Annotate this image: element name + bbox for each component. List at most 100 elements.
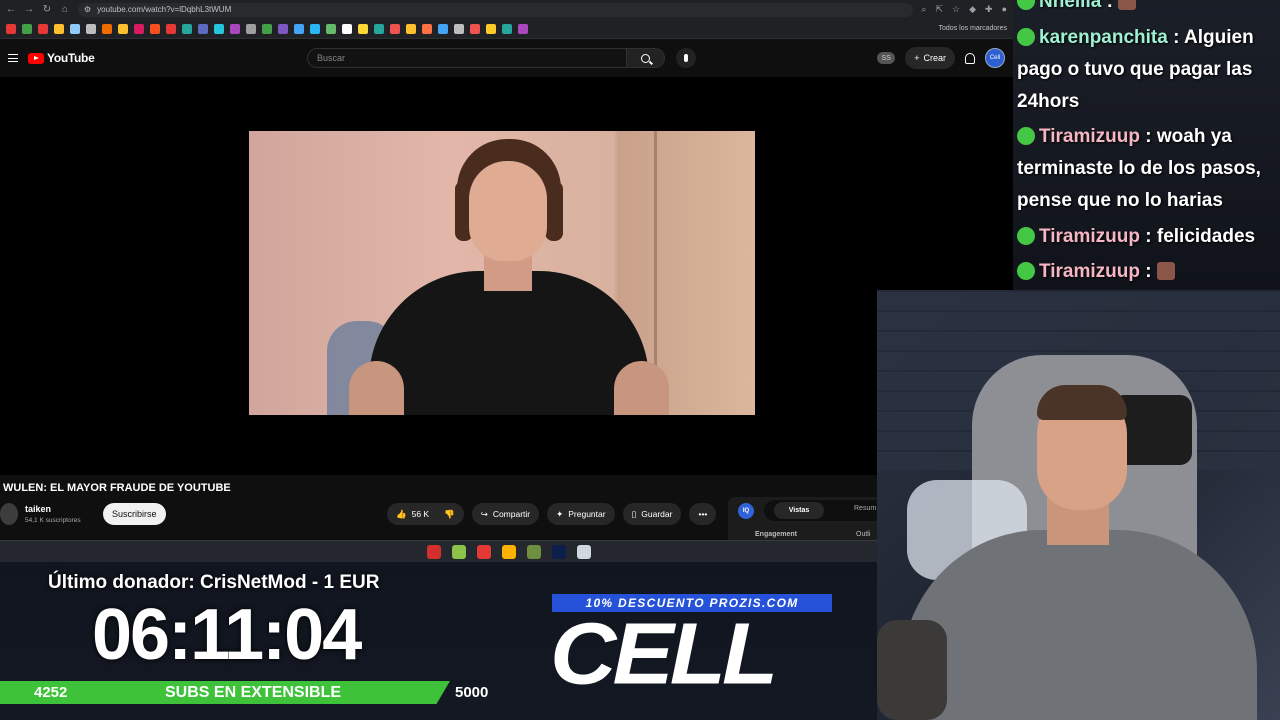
home-icon[interactable]: ⌂ (60, 4, 70, 15)
bookmark-favicon-icon[interactable] (342, 23, 352, 34)
whatsapp-icon[interactable] (452, 545, 466, 559)
video-person-arm-right (614, 361, 669, 415)
video-player[interactable] (0, 77, 1013, 475)
bookmark-favicon-icon[interactable] (182, 23, 192, 34)
chat-message: 24hors (1017, 86, 1079, 118)
chat-badge-icon (1017, 0, 1035, 10)
address-bar: ← → ↻ ⌂ ⚙ youtube.com/watch?v=lDqbhL3tWU… (0, 0, 1013, 19)
chat-badge-icon (1017, 28, 1035, 46)
ss-badge[interactable]: SS (877, 52, 896, 64)
bookmark-favicon-icon[interactable] (246, 23, 256, 34)
iq-logo[interactable]: IQ (738, 503, 754, 519)
more-actions-button[interactable]: ••• (689, 503, 717, 525)
chat-text: : woah ya (1140, 126, 1232, 147)
search-button[interactable] (627, 48, 665, 68)
plus-icon: + (914, 53, 920, 63)
chat-username[interactable]: Nhellia (1039, 0, 1101, 12)
bookmark-favicon-icon[interactable] (406, 23, 416, 34)
bookmark-favicon-icon[interactable] (518, 23, 528, 34)
zoom-icon[interactable]: ⌕ (921, 4, 926, 15)
create-button[interactable]: + Crear (905, 47, 955, 69)
site-info-icon[interactable]: ⚙ (84, 5, 91, 14)
bookmark-favicon-icon[interactable] (470, 23, 480, 34)
youtube-logo[interactable]: YouTube (28, 51, 95, 65)
reload-icon[interactable]: ↻ (42, 4, 52, 15)
bookmark-favicon-icon[interactable] (454, 23, 464, 34)
bookmark-favicon-icon[interactable] (326, 23, 336, 34)
bookmark-favicon-icon[interactable] (358, 23, 368, 34)
back-icon[interactable]: ← (6, 4, 16, 15)
bookmark-favicon-icon[interactable] (486, 23, 496, 34)
bookmark-favicon-icon[interactable] (214, 23, 224, 34)
bookmark-favicon-icon[interactable] (294, 23, 304, 34)
toolbar-icons: ⌕ ⇱ ☆ ◆ ✚ ● (921, 4, 1007, 15)
share-icon: ↪ (480, 508, 488, 519)
channel-avatar[interactable] (0, 503, 18, 525)
chrome-icon[interactable] (477, 545, 491, 559)
bookmark-favicon-icon[interactable] (22, 23, 32, 34)
profile-icon[interactable]: ● (1002, 4, 1007, 15)
url-text: youtube.com/watch?v=lDqbhL3tWUM (97, 5, 232, 14)
channel-name[interactable]: taiken (25, 504, 51, 514)
app-icon[interactable] (577, 545, 591, 559)
bookmark-favicon-icon[interactable] (102, 23, 112, 34)
video-frame[interactable] (249, 131, 755, 415)
chat-username[interactable]: Tiramizuup (1039, 226, 1140, 247)
save-button[interactable]: ▯ Guardar (622, 503, 682, 525)
bookmark-favicon-icon[interactable] (374, 23, 384, 34)
extension-icon[interactable]: ◆ (969, 4, 976, 15)
subscribe-button[interactable]: Suscribirse (103, 503, 166, 525)
photoshop-icon[interactable] (552, 545, 566, 559)
obs-icon[interactable] (427, 545, 441, 559)
create-label: Crear (923, 53, 946, 63)
chat-username[interactable]: karenpanchita (1039, 27, 1168, 48)
puzzle-icon[interactable]: ✚ (985, 4, 993, 15)
video-person-head (469, 161, 547, 261)
notifications-icon[interactable] (965, 52, 975, 64)
dislike-icon[interactable]: 👎 (444, 509, 455, 520)
chat-username[interactable]: Tiramizuup (1039, 126, 1140, 147)
bookmark-favicon-icon[interactable] (262, 23, 272, 34)
chat-text: : Alguien (1167, 27, 1254, 48)
bookmark-favicon-icon[interactable] (38, 23, 48, 34)
forward-icon[interactable]: → (24, 4, 34, 15)
bookmark-favicon-icon[interactable] (422, 23, 432, 34)
bookmark-favicon-icon[interactable] (134, 23, 144, 34)
share-button[interactable]: ↪ Compartir (471, 503, 540, 525)
chat-message: Tiramizuup : (1017, 256, 1175, 288)
bookmark-favicon-icon[interactable] (198, 23, 208, 34)
bookmark-favicon-icon[interactable] (150, 23, 160, 34)
bookmark-favicon-icon[interactable] (70, 23, 80, 34)
menu-icon[interactable] (8, 54, 18, 62)
bookmark-favicon-icon[interactable] (502, 23, 512, 34)
bookmark-favicon-icon[interactable] (166, 23, 176, 34)
install-icon[interactable]: ⇱ (935, 4, 943, 15)
search-input[interactable]: Buscar (307, 48, 627, 68)
ask-label: Preguntar (568, 509, 606, 519)
webcam-person-arm (877, 620, 947, 720)
chat-badge-icon (1017, 227, 1035, 245)
minecraft-icon[interactable] (527, 545, 541, 559)
bookmark-favicon-icon[interactable] (278, 23, 288, 34)
bookmark-favicon-icon[interactable] (118, 23, 128, 34)
bookmark-star-icon[interactable]: ☆ (952, 4, 960, 15)
chat-message: pense que no lo harias (1017, 185, 1223, 217)
bookmark-favicon-icon[interactable] (230, 23, 240, 34)
folder-icon[interactable] (502, 545, 516, 559)
voice-search-button[interactable] (676, 48, 696, 68)
url-field[interactable]: ⚙ youtube.com/watch?v=lDqbhL3tWUM (78, 2, 914, 17)
bookmark-favicon-icon[interactable] (438, 23, 448, 34)
bookmark-favicon-icon[interactable] (390, 23, 400, 34)
chat-text: pense que no lo harias (1017, 190, 1223, 211)
bookmark-favicon-icon[interactable] (310, 23, 320, 34)
bookmark-favicon-icon[interactable] (54, 23, 64, 34)
like-button[interactable]: 👍 56 K 👎 (387, 503, 464, 525)
chat-username[interactable]: Tiramizuup (1039, 261, 1140, 282)
bookmark-favicon-icon[interactable] (86, 23, 96, 34)
bookmark-favicon-icon[interactable] (6, 23, 16, 34)
all-bookmarks-link[interactable]: Todos los marcadores (939, 25, 1007, 32)
tab-resumen[interactable]: Resum (854, 505, 876, 512)
ask-button[interactable]: ✦ Preguntar (547, 503, 615, 525)
tab-vistas[interactable]: Vistas (774, 502, 824, 519)
account-avatar[interactable]: Cell (985, 48, 1005, 68)
